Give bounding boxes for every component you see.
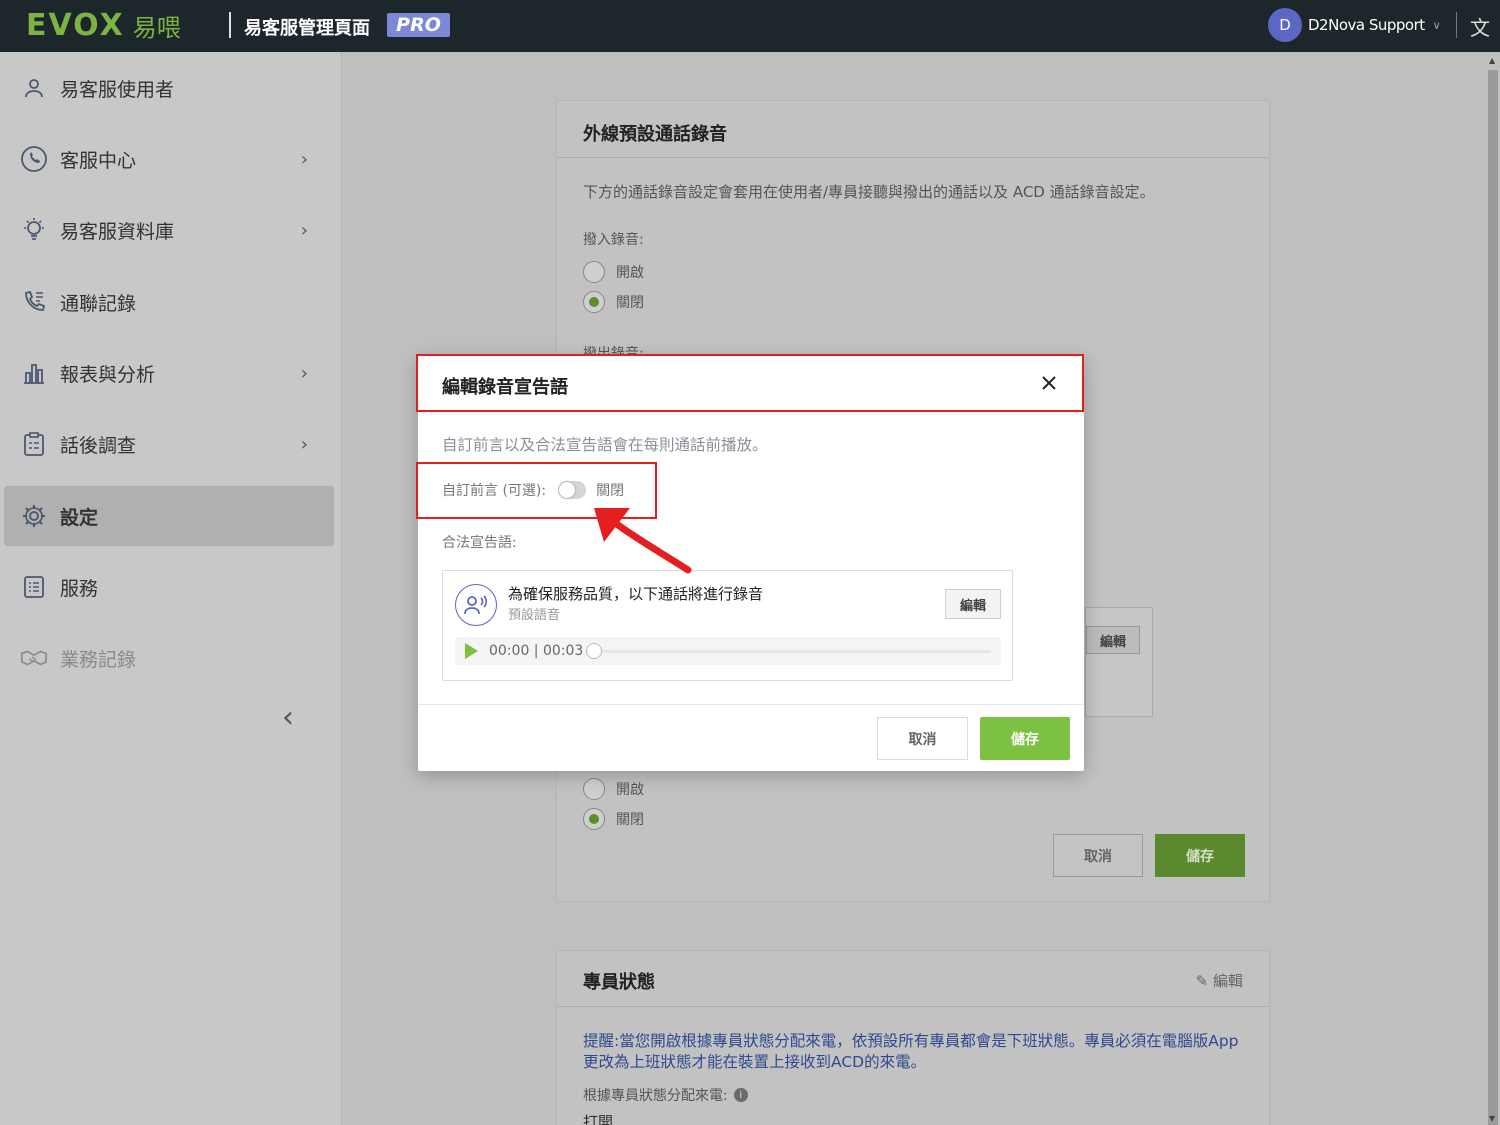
voice-icon <box>455 584 497 626</box>
radio-label: 關閉 <box>616 295 644 311</box>
modal-footer-divider <box>418 704 1084 705</box>
reminder-text: 提醒:當您開啟根據專員狀態分配來電，依預設所有專員都會是下班狀態。專員必須在電腦… <box>583 1032 1239 1071</box>
sidebar-item-label: 業務記錄 <box>60 648 137 671</box>
pro-badge: PRO <box>387 13 450 37</box>
option-off[interactable]: 關閉 <box>583 808 644 830</box>
edit-announcement-modal: 編輯錄音宣告語 自訂前言以及合法宣告語會在每則通話前播放。 自訂前言 (可選):… <box>418 356 1084 771</box>
card-title: 外線預設通話錄音 <box>583 124 727 145</box>
services-icon <box>20 573 48 601</box>
sidebar-item-business-records[interactable]: 業務記錄 <box>4 628 334 688</box>
radio-button[interactable] <box>583 291 605 313</box>
top-bar: EVOX 易喂 易客服管理頁面 PRO D D2Nova Support ∨ 文 <box>0 0 1500 52</box>
user-name: D2Nova Support <box>1308 16 1425 34</box>
radio-label: 關閉 <box>616 812 644 828</box>
user-menu[interactable]: D D2Nova Support ∨ <box>1268 8 1441 42</box>
announcement-audio-card: 為確保服務品質，以下通話將進行錄音 預設語音 編輯 00:00 | 00:03 <box>442 570 1013 681</box>
assign-label-text: 根據專員狀態分配來電: <box>583 1088 728 1104</box>
announcement-edit-button[interactable]: 編輯 <box>1086 626 1140 654</box>
sidebar-item-label: 客服中心 <box>60 149 137 172</box>
card-description: 下方的通話錄音設定會套用在使用者/專員接聽與撥出的通話以及 ACD 通話錄音設定… <box>583 183 1155 201</box>
radio-button[interactable] <box>583 778 605 800</box>
sidebar-item-label: 報表與分析 <box>60 363 156 386</box>
agent-status-edit-link[interactable]: ✎ 編輯 <box>1196 970 1243 991</box>
sidebar-item-label: 易客服使用者 <box>60 78 175 101</box>
pencil-icon: ✎ <box>1195 972 1209 990</box>
scroll-thumb[interactable] <box>1488 70 1498 1125</box>
chevron-right-icon: › <box>300 148 308 170</box>
call-log-icon <box>20 288 48 316</box>
option-on[interactable]: 開啟 <box>583 778 644 800</box>
chevron-right-icon: › <box>300 219 308 241</box>
announcement-title: 為確保服務品質，以下通話將進行錄音 <box>508 585 764 603</box>
logo-text: EVOX <box>26 7 125 43</box>
sidebar-item-services[interactable]: 服務 <box>4 557 334 617</box>
radio-label: 開啟 <box>616 782 644 798</box>
highlight-modal-title <box>416 354 1084 412</box>
sidebar-item-label: 通聯記錄 <box>60 292 137 315</box>
handshake-icon <box>20 644 48 672</box>
play-icon[interactable] <box>465 643 478 659</box>
chevron-right-icon: › <box>300 433 308 455</box>
modal-description: 自訂前言以及合法宣告語會在每則通話前播放。 <box>442 436 768 454</box>
annotation-arrow-icon <box>594 508 692 574</box>
evox-logo[interactable]: EVOX 易喂 <box>26 7 181 43</box>
sidebar-item-reports[interactable]: 報表與分析 › <box>4 343 334 403</box>
avatar: D <box>1268 8 1302 42</box>
chevron-right-icon: › <box>300 362 308 384</box>
translate-icon[interactable]: 文 <box>1470 12 1490 41</box>
radio-label: 開啟 <box>616 265 644 281</box>
sidebar-item-users[interactable]: 易客服使用者 <box>4 58 334 118</box>
sidebar-item-knowledge-base[interactable]: 易客服資料庫 › <box>4 200 334 260</box>
sidebar-item-call-log[interactable]: 通聯記錄 <box>4 272 334 332</box>
edit-label: 編輯 <box>1212 972 1243 990</box>
card-title: 專員狀態 <box>583 972 655 993</box>
page-scrollbar[interactable]: ▲ ▼ <box>1486 52 1500 1125</box>
seek-track[interactable] <box>601 650 991 653</box>
card-save-button[interactable]: 儲存 <box>1155 834 1245 877</box>
assign-by-status-label: 根據專員狀態分配來電: i <box>583 1085 748 1105</box>
inbound-recording-label: 撥入錄音: <box>583 232 644 248</box>
sidebar: 易客服使用者 客服中心 › 易客服資料庫 › 通聯記錄 報表與分析 › 話後調查… <box>0 52 342 1125</box>
header-divider-right <box>1456 12 1457 38</box>
sidebar-item-label: 話後調查 <box>60 434 137 457</box>
radio-button[interactable] <box>583 808 605 830</box>
audio-time: 00:00 | 00:03 <box>489 643 584 659</box>
announcement-subtitle: 預設語音 <box>508 608 561 623</box>
inbound-on-option[interactable]: 開啟 <box>583 261 644 283</box>
announcement-box: 編輯 <box>1085 607 1153 717</box>
card-divider <box>557 1006 1269 1007</box>
logo-cn-text: 易喂 <box>132 13 181 42</box>
sidebar-item-label: 設定 <box>60 506 99 529</box>
survey-icon <box>20 430 48 458</box>
radio-button[interactable] <box>583 261 605 283</box>
scroll-up-icon[interactable]: ▲ <box>1489 56 1495 65</box>
legal-announcement-label: 合法宣告語: <box>442 535 517 551</box>
card-divider <box>557 157 1269 158</box>
scroll-down-icon[interactable]: ▼ <box>1489 1114 1495 1123</box>
lightbulb-icon <box>20 216 48 244</box>
collapse-sidebar-icon[interactable]: ‹ <box>282 700 294 735</box>
save-button[interactable]: 儲存 <box>980 717 1070 760</box>
seek-handle[interactable] <box>586 643 602 659</box>
sidebar-item-settings[interactable]: 設定 <box>4 486 334 546</box>
chevron-down-icon: ∨ <box>1432 18 1441 32</box>
header-divider <box>229 12 231 38</box>
bar-chart-icon <box>20 359 48 387</box>
sidebar-item-label: 易客服資料庫 <box>60 220 175 243</box>
announcement-edit-button[interactable]: 編輯 <box>945 589 1001 619</box>
card-cancel-button[interactable]: 取消 <box>1053 834 1143 877</box>
sidebar-item-label: 服務 <box>60 577 99 600</box>
gear-icon <box>20 502 48 530</box>
info-icon[interactable]: i <box>733 1088 748 1102</box>
admin-title: 易客服管理頁面 <box>244 18 370 39</box>
cancel-button[interactable]: 取消 <box>877 717 968 760</box>
audio-player: 00:00 | 00:03 <box>455 637 1001 665</box>
agent-status-card: 專員狀態 ✎ 編輯 提醒:當您開啟根據專員狀態分配來電，依預設所有專員都會是下班… <box>556 950 1270 1125</box>
sidebar-item-survey[interactable]: 話後調查 › <box>4 414 334 474</box>
sidebar-item-contact-center[interactable]: 客服中心 › <box>4 129 334 189</box>
assign-by-status-value: 打開 <box>583 1113 614 1125</box>
inbound-off-option[interactable]: 關閉 <box>583 291 644 313</box>
user-icon <box>20 74 48 102</box>
phone-circle-icon <box>20 145 48 173</box>
